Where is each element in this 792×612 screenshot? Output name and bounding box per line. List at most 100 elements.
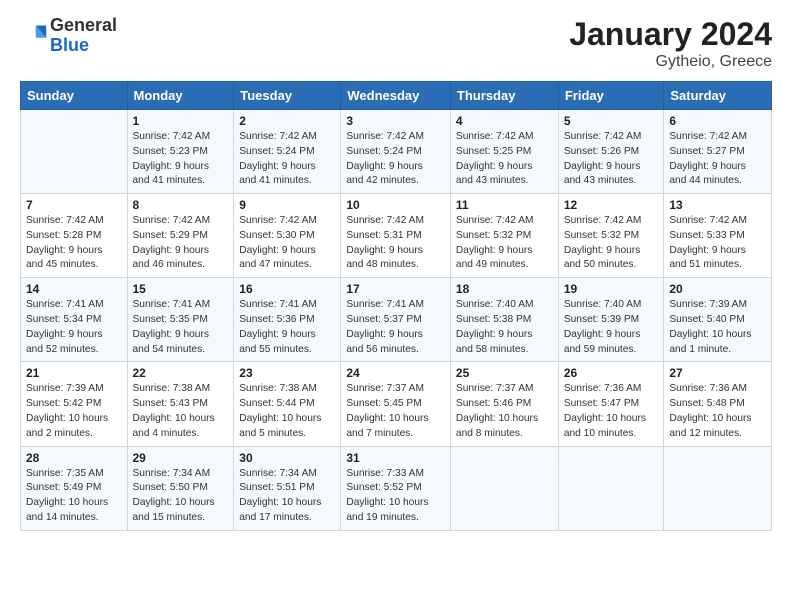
day-detail: Sunrise: 7:36 AMSunset: 5:47 PMDaylight:… (564, 382, 659, 441)
day-number: 24 (346, 366, 445, 380)
day-number: 23 (239, 366, 335, 380)
day-number: 15 (133, 282, 229, 296)
day-cell (450, 446, 558, 530)
day-cell: 12Sunrise: 7:42 AMSunset: 5:32 PMDayligh… (558, 194, 664, 278)
day-cell: 16 Sunrise: 7:41 AMSunset: 5:36 PMDayligh… (234, 278, 341, 362)
day-detail: Sunrise: 7:42 AMSunset: 5:24 PMDaylight:… (346, 130, 445, 189)
day-cell (558, 446, 664, 530)
page: General Blue January 2024 Gytheio, Greec… (0, 0, 792, 612)
day-cell: 25 Sunrise: 7:37 AMSunset: 5:46 PMDayligh… (450, 362, 558, 446)
header-friday: Friday (558, 82, 664, 110)
day-number: 25 (456, 366, 553, 380)
day-detail: Sunrise: 7:42 AMSunset: 5:32 PMDaylight:… (564, 214, 659, 273)
day-detail: Sunrise: 7:38 AMSunset: 5:44 PMDaylight:… (239, 382, 335, 441)
calendar-subtitle: Gytheio, Greece (569, 53, 772, 71)
day-number: 2 (239, 114, 335, 128)
day-cell: 2Sunrise: 7:42 AMSunset: 5:24 PMDaylight… (234, 110, 341, 194)
day-number: 1 (133, 114, 229, 128)
week-row-1: 1 Sunrise: 7:42 AMSunset: 5:23 PMDaylight… (21, 110, 772, 194)
day-number: 17 (346, 282, 445, 296)
day-cell: 4 Sunrise: 7:42 AMSunset: 5:25 PMDaylight… (450, 110, 558, 194)
day-detail: Sunrise: 7:42 AMSunset: 5:30 PMDaylight:… (239, 214, 335, 273)
header-monday: Monday (127, 82, 234, 110)
day-cell: 31Sunrise: 7:33 AMSunset: 5:52 PMDayligh… (341, 446, 451, 530)
day-cell: 19 Sunrise: 7:40 AMSunset: 5:39 PMDayligh… (558, 278, 664, 362)
day-number: 19 (564, 282, 659, 296)
day-cell: 18Sunrise: 7:40 AMSunset: 5:38 PMDayligh… (450, 278, 558, 362)
day-detail: Sunrise: 7:39 AMSunset: 5:42 PMDaylight:… (26, 382, 122, 441)
day-cell (21, 110, 128, 194)
day-number: 22 (133, 366, 229, 380)
calendar-title: January 2024 (569, 16, 772, 53)
day-cell: 28 Sunrise: 7:35 AMSunset: 5:49 PMDayligh… (21, 446, 128, 530)
day-detail: Sunrise: 7:37 AMSunset: 5:46 PMDaylight:… (456, 382, 553, 441)
day-cell: 8 Sunrise: 7:42 AMSunset: 5:29 PMDaylight… (127, 194, 234, 278)
day-number: 6 (669, 114, 766, 128)
week-row-5: 28 Sunrise: 7:35 AMSunset: 5:49 PMDayligh… (21, 446, 772, 530)
day-cell: 29Sunrise: 7:34 AMSunset: 5:50 PMDayligh… (127, 446, 234, 530)
day-detail: Sunrise: 7:42 AMSunset: 5:25 PMDaylight:… (456, 130, 553, 189)
day-number: 21 (26, 366, 122, 380)
day-number: 10 (346, 198, 445, 212)
header-thursday: Thursday (450, 82, 558, 110)
logo-blue: Blue (50, 35, 89, 55)
day-number: 11 (456, 198, 553, 212)
day-cell: 6Sunrise: 7:42 AMSunset: 5:27 PMDaylight… (664, 110, 772, 194)
day-detail: Sunrise: 7:41 AMSunset: 5:34 PMDaylight:… (26, 298, 122, 357)
header-sunday: Sunday (21, 82, 128, 110)
day-number: 27 (669, 366, 766, 380)
day-number: 30 (239, 451, 335, 465)
calendar-table: Sunday Monday Tuesday Wednesday Thursday… (20, 81, 772, 531)
day-number: 26 (564, 366, 659, 380)
calendar-body: 1 Sunrise: 7:42 AMSunset: 5:23 PMDaylight… (21, 110, 772, 531)
day-number: 7 (26, 198, 122, 212)
week-row-3: 14Sunrise: 7:41 AMSunset: 5:34 PMDayligh… (21, 278, 772, 362)
day-number: 3 (346, 114, 445, 128)
logo-text: General Blue (50, 16, 117, 56)
day-cell: 10Sunrise: 7:42 AMSunset: 5:31 PMDayligh… (341, 194, 451, 278)
day-cell: 1 Sunrise: 7:42 AMSunset: 5:23 PMDaylight… (127, 110, 234, 194)
day-detail: Sunrise: 7:40 AMSunset: 5:39 PMDaylight:… (564, 298, 659, 357)
day-detail: Sunrise: 7:41 AMSunset: 5:35 PMDaylight:… (133, 298, 229, 357)
day-number: 16 (239, 282, 335, 296)
day-number: 20 (669, 282, 766, 296)
day-cell: 27 Sunrise: 7:36 AMSunset: 5:48 PMDayligh… (664, 362, 772, 446)
day-detail: Sunrise: 7:35 AMSunset: 5:49 PMDaylight:… (26, 467, 122, 526)
day-number: 13 (669, 198, 766, 212)
day-number: 18 (456, 282, 553, 296)
logo: General Blue (20, 16, 117, 56)
day-detail: Sunrise: 7:34 AMSunset: 5:51 PMDaylight:… (239, 467, 335, 526)
title-block: January 2024 Gytheio, Greece (569, 16, 772, 71)
day-detail: Sunrise: 7:42 AMSunset: 5:26 PMDaylight:… (564, 130, 659, 189)
day-cell: 14Sunrise: 7:41 AMSunset: 5:34 PMDayligh… (21, 278, 128, 362)
day-detail: Sunrise: 7:42 AMSunset: 5:23 PMDaylight:… (133, 130, 229, 189)
day-detail: Sunrise: 7:41 AMSunset: 5:37 PMDaylight:… (346, 298, 445, 357)
day-detail: Sunrise: 7:42 AMSunset: 5:33 PMDaylight:… (669, 214, 766, 273)
day-number: 9 (239, 198, 335, 212)
day-detail: Sunrise: 7:37 AMSunset: 5:45 PMDaylight:… (346, 382, 445, 441)
day-detail: Sunrise: 7:41 AMSunset: 5:36 PMDaylight:… (239, 298, 335, 357)
day-number: 8 (133, 198, 229, 212)
day-number: 31 (346, 451, 445, 465)
day-detail: Sunrise: 7:42 AMSunset: 5:29 PMDaylight:… (133, 214, 229, 273)
day-cell: 26 Sunrise: 7:36 AMSunset: 5:47 PMDayligh… (558, 362, 664, 446)
day-cell: 22 Sunrise: 7:38 AMSunset: 5:43 PMDayligh… (127, 362, 234, 446)
day-cell: 13 Sunrise: 7:42 AMSunset: 5:33 PMDayligh… (664, 194, 772, 278)
day-cell: 20Sunrise: 7:39 AMSunset: 5:40 PMDayligh… (664, 278, 772, 362)
day-number: 28 (26, 451, 122, 465)
day-cell: 21 Sunrise: 7:39 AMSunset: 5:42 PMDayligh… (21, 362, 128, 446)
day-cell: 3 Sunrise: 7:42 AMSunset: 5:24 PMDaylight… (341, 110, 451, 194)
day-number: 4 (456, 114, 553, 128)
header-wednesday: Wednesday (341, 82, 451, 110)
day-cell: 30 Sunrise: 7:34 AMSunset: 5:51 PMDayligh… (234, 446, 341, 530)
header-tuesday: Tuesday (234, 82, 341, 110)
day-detail: Sunrise: 7:38 AMSunset: 5:43 PMDaylight:… (133, 382, 229, 441)
logo-icon (20, 22, 48, 50)
day-cell: 15 Sunrise: 7:41 AMSunset: 5:35 PMDayligh… (127, 278, 234, 362)
day-number: 5 (564, 114, 659, 128)
day-detail: Sunrise: 7:36 AMSunset: 5:48 PMDaylight:… (669, 382, 766, 441)
day-cell: 24 Sunrise: 7:37 AMSunset: 5:45 PMDayligh… (341, 362, 451, 446)
header: General Blue January 2024 Gytheio, Greec… (20, 16, 772, 71)
header-row: Sunday Monday Tuesday Wednesday Thursday… (21, 82, 772, 110)
day-detail: Sunrise: 7:34 AMSunset: 5:50 PMDaylight:… (133, 467, 229, 526)
